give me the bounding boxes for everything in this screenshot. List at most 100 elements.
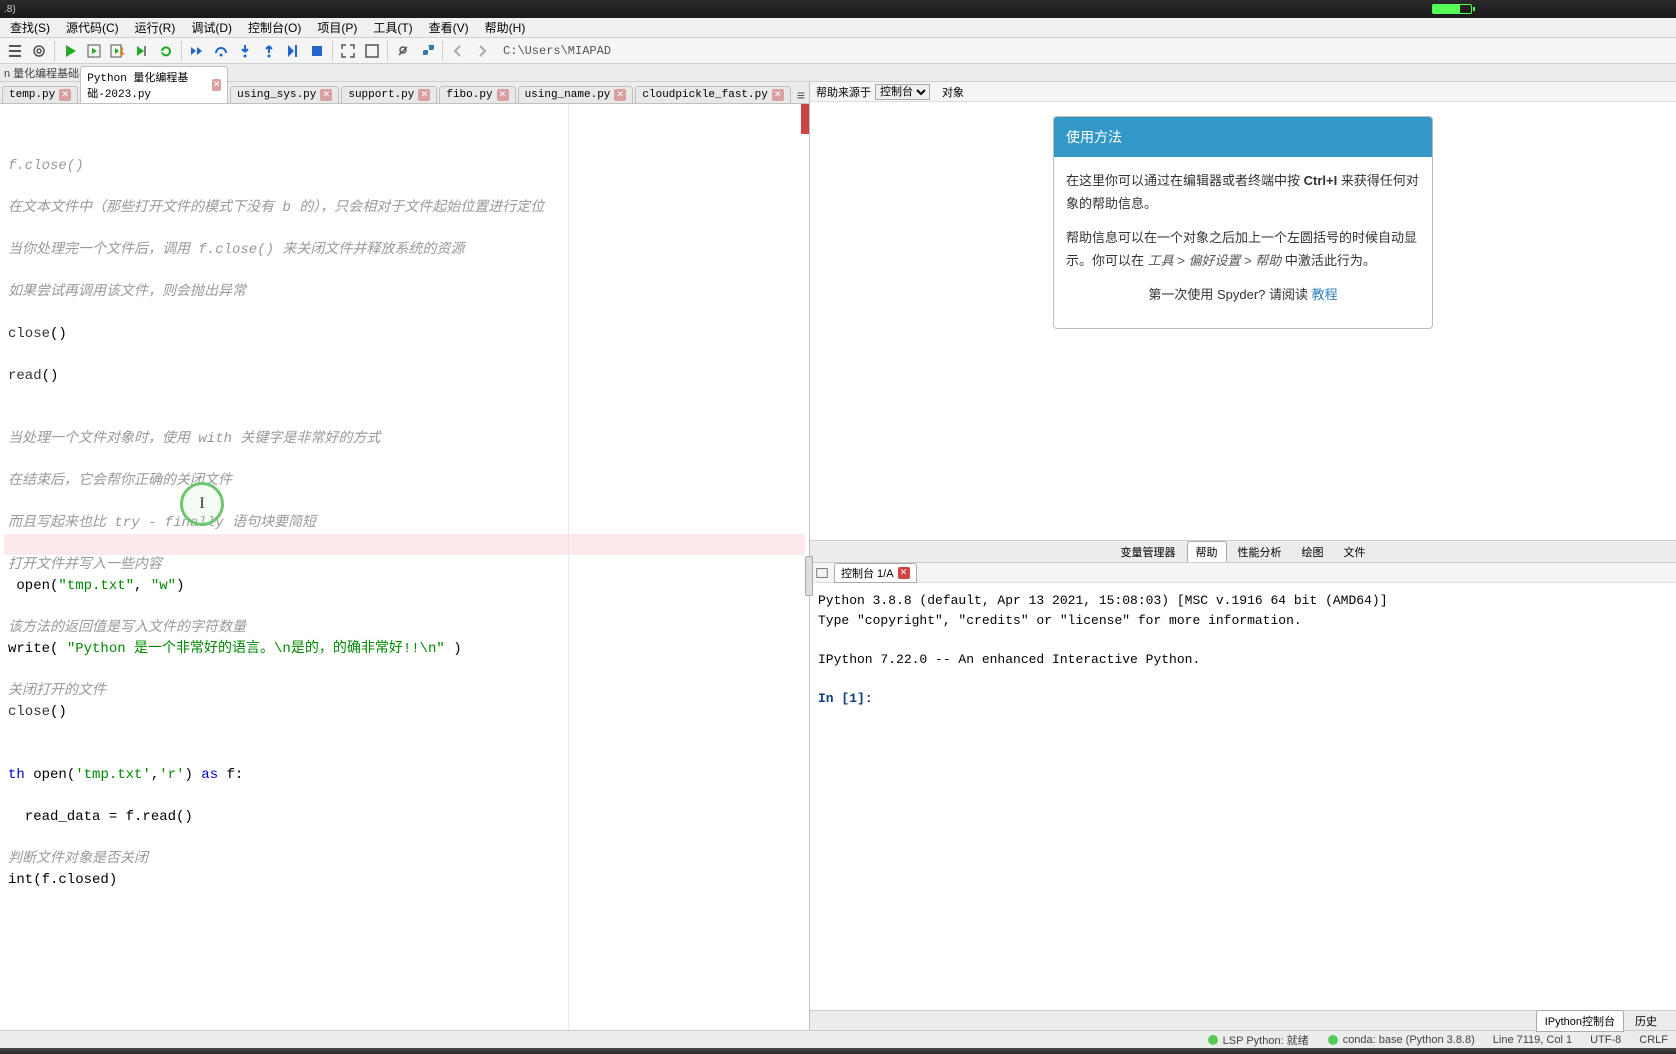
code-line xyxy=(4,744,805,765)
menu-item[interactable]: 运行(R) xyxy=(127,17,184,38)
code-line xyxy=(4,828,805,849)
titlebar-decoration: .8) xyxy=(0,0,1676,18)
step-out-icon[interactable] xyxy=(258,40,280,62)
menu-item[interactable]: 帮助(H) xyxy=(477,17,534,38)
console-bottom-tab[interactable]: 历史 xyxy=(1626,1010,1666,1032)
editor-tab[interactable]: using_name.py✕ xyxy=(518,86,634,103)
console-tab-bar: 控制台 1/A ✕ xyxy=(810,563,1676,583)
editor-tab[interactable]: support.py ✕ xyxy=(341,86,437,103)
debug-pause-icon[interactable] xyxy=(186,40,208,62)
menu-item[interactable]: 查找(S) xyxy=(2,17,58,38)
console-bottom-tab[interactable]: IPython控制台 xyxy=(1536,1010,1624,1032)
code-line: int(f.closed) xyxy=(4,870,805,891)
help-pane: 使用方法 在这里你可以通过在编辑器或者终端中按 Ctrl+I 来获得任何对象的帮… xyxy=(810,102,1676,540)
python-path-icon[interactable] xyxy=(416,40,438,62)
status-bar: LSP Python: 就绪 conda: base (Python 3.8.8… xyxy=(0,1030,1676,1048)
menu-item[interactable]: 项目(P) xyxy=(309,17,365,38)
panel-tab[interactable]: 帮助 xyxy=(1187,541,1227,563)
console-banner-2: Type "copyright", "credits" or "license"… xyxy=(818,613,1302,628)
close-icon[interactable]: ✕ xyxy=(320,89,332,101)
code-line: 如果尝试再调用该文件，则会抛出异常 xyxy=(4,282,805,303)
menu-item[interactable]: 查看(V) xyxy=(421,17,477,38)
panel-tab[interactable]: 变量管理器 xyxy=(1112,541,1185,563)
indent-guide xyxy=(568,104,569,1030)
editor-tab[interactable]: fibo.py ✕ xyxy=(439,86,515,103)
editor-tab[interactable]: using_sys.py ✕ xyxy=(230,86,339,103)
help-source-label: 帮助来源于 xyxy=(816,84,871,100)
run-cell-advance-icon[interactable] xyxy=(107,40,129,62)
continue-icon[interactable] xyxy=(282,40,304,62)
at-icon[interactable] xyxy=(28,40,50,62)
tab-label: fibo.py xyxy=(446,89,492,101)
working-directory[interactable]: C:\Users\MIAPAD xyxy=(495,42,1672,60)
status-lsp[interactable]: LSP Python: 就绪 xyxy=(1207,1032,1309,1048)
ipython-console[interactable]: Python 3.8.8 (default, Apr 13 2021, 15:0… xyxy=(810,583,1676,1010)
run-cell-icon[interactable] xyxy=(83,40,105,62)
menu-item[interactable]: 工具(T) xyxy=(365,17,420,38)
menu-item[interactable]: 控制台(O) xyxy=(240,17,309,38)
panel-tab[interactable]: 绘图 xyxy=(1293,541,1333,563)
console-options-icon[interactable] xyxy=(814,565,830,581)
status-eol[interactable]: CRLF xyxy=(1639,1034,1668,1046)
status-conda[interactable]: conda: base (Python 3.8.8) xyxy=(1327,1034,1475,1046)
splitter-handle[interactable] xyxy=(805,556,813,596)
back-icon[interactable] xyxy=(447,40,469,62)
panel-tab[interactable]: 性能分析 xyxy=(1229,541,1291,563)
editor-tab[interactable]: cloudpickle_fast.py ✕ xyxy=(635,86,790,103)
menu-bar: 查找(S)源代码(C)运行(R)调试(D)控制台(O)项目(P)工具(T)查看(… xyxy=(0,18,1676,38)
tab-label: temp.py xyxy=(9,89,55,101)
editor-tab[interactable]: temp.py ✕ xyxy=(2,86,78,103)
menu-item[interactable]: 源代码(C) xyxy=(58,17,127,38)
fullscreen-icon[interactable] xyxy=(361,40,383,62)
close-icon[interactable]: ✕ xyxy=(497,89,509,101)
code-line: read_data = f.read() xyxy=(4,807,805,828)
code-line: read() xyxy=(4,366,805,387)
editor-tab[interactable]: Python 量化编程基础-2023.py✕ xyxy=(80,66,228,103)
right-panel: 帮助来源于 控制台 对象 使用方法 在这里你可以通过在编辑器或者终端中按 Ctr… xyxy=(810,82,1676,1030)
close-icon[interactable]: ✕ xyxy=(614,89,626,101)
forward-icon[interactable] xyxy=(471,40,493,62)
run-icon[interactable] xyxy=(59,40,81,62)
code-line: 在文本文件中（那些打开文件的模式下没有 b 的），只会相对于文件起始位置进行定位 xyxy=(4,198,805,219)
code-line xyxy=(4,534,805,555)
code-line xyxy=(4,303,805,324)
code-line: 当处理一个文件对象时，使用 with 关键字是非常好的方式 xyxy=(4,429,805,450)
close-icon[interactable]: ✕ xyxy=(898,567,910,579)
run-selection-icon[interactable] xyxy=(131,40,153,62)
tab-label: support.py xyxy=(348,89,414,101)
code-line xyxy=(4,261,805,282)
maximize-icon[interactable] xyxy=(337,40,359,62)
close-icon[interactable]: ✕ xyxy=(772,89,784,101)
help-object-label: 对象 xyxy=(942,84,964,100)
close-icon[interactable]: ✕ xyxy=(212,79,221,91)
code-line xyxy=(4,114,805,135)
code-line xyxy=(4,450,805,471)
menu-item[interactable]: 调试(D) xyxy=(183,17,240,38)
close-icon[interactable]: ✕ xyxy=(418,89,430,101)
status-encoding[interactable]: UTF-8 xyxy=(1590,1034,1621,1046)
panel-tab[interactable]: 文件 xyxy=(1335,541,1375,563)
tab-overflow-icon[interactable]: ≡ xyxy=(793,87,809,103)
code-editor[interactable]: f.close() 在文本文件中（那些打开文件的模式下没有 b 的），只会相对于… xyxy=(0,104,809,1030)
status-line-col[interactable]: Line 7119, Col 1 xyxy=(1493,1034,1572,1046)
step-into-icon[interactable] xyxy=(234,40,256,62)
stop-icon[interactable] xyxy=(306,40,328,62)
code-line xyxy=(4,219,805,240)
code-line: 该方法的返回值是写入文件的字符数量 xyxy=(4,618,805,639)
tab-label: cloudpickle_fast.py xyxy=(642,89,767,101)
preferences-icon[interactable] xyxy=(392,40,414,62)
console-tab[interactable]: 控制台 1/A ✕ xyxy=(834,563,917,583)
code-line: open("tmp.txt", "w") xyxy=(4,576,805,597)
step-over-icon[interactable] xyxy=(210,40,232,62)
editor-tab-bar: temp.py✕Python 量化编程基础-2023.py✕using_sys.… xyxy=(0,82,809,104)
help-card-body: 在这里你可以通过在编辑器或者终端中按 Ctrl+I 来获得任何对象的帮助信息。 … xyxy=(1054,157,1432,328)
rerun-icon[interactable] xyxy=(155,40,177,62)
tutorial-link[interactable]: 教程 xyxy=(1312,287,1338,302)
tab-label: using_sys.py xyxy=(237,89,316,101)
battery-icon xyxy=(1432,4,1472,14)
code-line: 当你处理完一个文件后，调用 f.close() 来关闭文件并释放系统的资源 xyxy=(4,240,805,261)
help-source-select[interactable]: 控制台 xyxy=(875,84,930,100)
breadcrumb: n 量化编程基础-2023.py xyxy=(0,64,1676,82)
list-icon[interactable] xyxy=(4,40,26,62)
close-icon[interactable]: ✕ xyxy=(59,89,71,101)
